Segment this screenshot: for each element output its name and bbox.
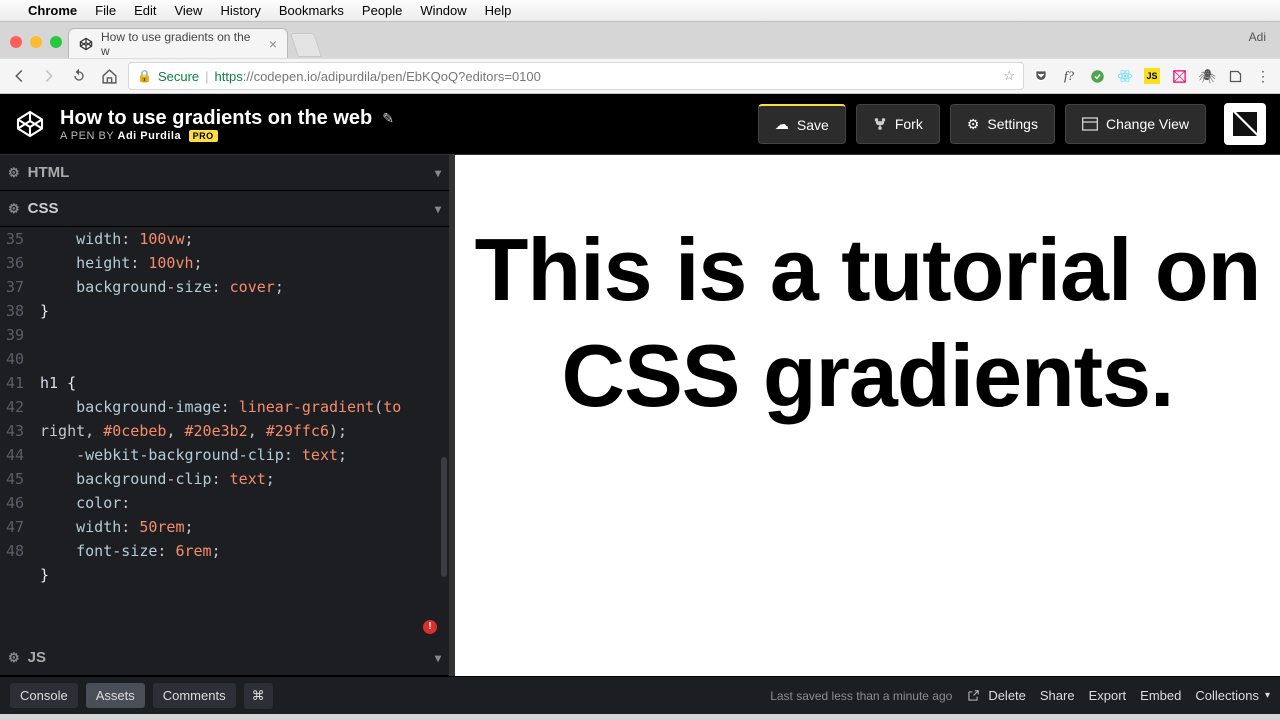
- tab-close-icon[interactable]: ×: [269, 36, 277, 52]
- pen-byline: A PEN BY Adi Purdila PRO: [60, 130, 394, 142]
- preview-pane: This is a tutorial on CSS gradients.: [455, 155, 1280, 676]
- lint-error-icon[interactable]: !: [423, 620, 437, 634]
- window-zoom-button[interactable]: [50, 36, 62, 48]
- secure-label: Secure: [158, 69, 199, 84]
- author-link[interactable]: Adi Purdila: [118, 130, 182, 142]
- lock-icon: 🔒: [137, 69, 152, 83]
- share-button[interactable]: Share: [1040, 688, 1075, 703]
- nav-home-button[interactable]: [98, 65, 120, 87]
- assets-button[interactable]: Assets: [86, 683, 145, 708]
- menu-window[interactable]: Window: [420, 3, 466, 18]
- chevron-down-icon[interactable]: ▾: [435, 651, 441, 665]
- menu-people[interactable]: People: [362, 3, 402, 18]
- settings-button[interactable]: ⚙ Settings: [950, 104, 1055, 144]
- codepen-footer: Console Assets Comments ⌘ Last saved les…: [0, 676, 1280, 714]
- embed-button[interactable]: Embed: [1140, 688, 1181, 703]
- console-button[interactable]: Console: [10, 683, 78, 708]
- separator: |: [205, 69, 208, 84]
- editor-column: ⚙ HTML ▾ ⚙ CSS ▾ 35363738394041424344454…: [0, 155, 455, 676]
- editor-scrollbar[interactable]: [441, 457, 447, 577]
- user-avatar[interactable]: [1224, 103, 1266, 145]
- window-close-button[interactable]: [10, 36, 22, 48]
- html-panel-label: HTML: [28, 164, 70, 181]
- comments-button[interactable]: Comments: [153, 683, 236, 708]
- codepen-logo-icon[interactable]: [14, 108, 46, 140]
- fork-icon: [873, 117, 887, 131]
- gear-icon: ⚙: [967, 116, 980, 133]
- css-editor[interactable]: 3536373839404142434445464748 width: 100v…: [0, 227, 449, 640]
- nav-back-button[interactable]: [8, 65, 30, 87]
- html-panel-header[interactable]: ⚙ HTML ▾: [0, 155, 449, 191]
- nav-forward-button[interactable]: [38, 65, 60, 87]
- code-content[interactable]: width: 100vw; height: 100vh; background-…: [40, 227, 441, 587]
- pocket-ext-icon[interactable]: [1032, 67, 1050, 85]
- profile-label[interactable]: Adi: [1249, 30, 1266, 44]
- change-view-button[interactable]: Change View: [1065, 104, 1206, 144]
- css-settings-icon[interactable]: ⚙: [8, 201, 20, 217]
- pen-title[interactable]: How to use gradients on the web: [60, 107, 372, 130]
- pixel-ext-icon[interactable]: [1170, 67, 1188, 85]
- menu-app[interactable]: Chrome: [28, 3, 77, 18]
- extensions-area: f? JS 🕷 ⋮: [1032, 67, 1272, 85]
- address-bar[interactable]: 🔒 Secure | https://codepen.io/adipurdila…: [128, 62, 1024, 90]
- pro-badge: PRO: [189, 130, 218, 142]
- chevron-down-icon[interactable]: ▾: [435, 166, 441, 180]
- footer-right: Delete Share Export Embed Collections ▾: [988, 688, 1270, 703]
- chrome-toolbar: 🔒 Secure | https://codepen.io/adipurdila…: [0, 58, 1280, 94]
- pen-title-area: How to use gradients on the web ✎ A PEN …: [60, 107, 394, 142]
- evernote-ext-icon[interactable]: [1088, 67, 1106, 85]
- react-ext-icon[interactable]: [1116, 67, 1134, 85]
- menu-file[interactable]: File: [95, 3, 116, 18]
- delete-button[interactable]: Delete: [988, 688, 1026, 703]
- snippet-ext-icon[interactable]: [1226, 67, 1244, 85]
- shortcuts-button[interactable]: ⌘: [244, 683, 273, 709]
- open-external-icon[interactable]: [966, 689, 980, 703]
- menu-history[interactable]: History: [220, 3, 260, 18]
- js-panel-header[interactable]: ⚙ JS ▾: [0, 640, 449, 676]
- js-ext-icon[interactable]: JS: [1144, 68, 1160, 84]
- header-actions: ☁ Save Fork ⚙ Settings Change View: [758, 104, 1206, 144]
- preview-heading: This is a tutorial on CSS gradients.: [455, 217, 1280, 428]
- fontface-ext-icon[interactable]: f?: [1060, 67, 1078, 85]
- codepen-favicon-icon: [79, 37, 93, 51]
- css-panel-header[interactable]: ⚙ CSS ▾: [0, 191, 449, 227]
- window-controls: [6, 36, 68, 58]
- chrome-menu-icon[interactable]: ⋮: [1254, 67, 1272, 85]
- css-panel-label: CSS: [28, 200, 59, 217]
- save-button[interactable]: ☁ Save: [758, 104, 846, 144]
- collections-button[interactable]: Collections ▾: [1195, 688, 1270, 703]
- url-text: https://codepen.io/adipurdila/pen/EbKQoQ…: [215, 69, 541, 84]
- codepen-header: How to use gradients on the web ✎ A PEN …: [0, 94, 1280, 154]
- new-tab-button[interactable]: [290, 33, 322, 57]
- js-panel-label: JS: [28, 649, 46, 666]
- macos-menubar: Chrome File Edit View History Bookmarks …: [0, 0, 1280, 22]
- footer-status-area: Last saved less than a minute ago: [770, 689, 980, 703]
- window-minimize-button[interactable]: [30, 36, 42, 48]
- layout-icon: [1082, 117, 1098, 131]
- menu-edit[interactable]: Edit: [134, 3, 156, 18]
- export-button[interactable]: Export: [1089, 688, 1127, 703]
- line-gutter: 3536373839404142434445464748: [0, 227, 30, 563]
- bug-ext-icon[interactable]: 🕷: [1198, 67, 1216, 85]
- menu-help[interactable]: Help: [485, 3, 512, 18]
- edit-title-icon[interactable]: ✎: [382, 110, 394, 127]
- js-settings-icon[interactable]: ⚙: [8, 650, 20, 666]
- html-settings-icon[interactable]: ⚙: [8, 165, 20, 181]
- chrome-tabstrip: How to use gradients on the w × Adi: [0, 22, 1280, 58]
- cloud-icon: ☁: [775, 116, 789, 133]
- save-status: Last saved less than a minute ago: [770, 689, 952, 703]
- fork-button[interactable]: Fork: [856, 104, 940, 144]
- chevron-down-icon: ▾: [1265, 690, 1270, 701]
- workspace: ⚙ HTML ▾ ⚙ CSS ▾ 35363738394041424344454…: [0, 154, 1280, 676]
- menu-bookmarks[interactable]: Bookmarks: [279, 3, 344, 18]
- nav-reload-button[interactable]: [68, 65, 90, 87]
- bookmark-star-icon[interactable]: ☆: [1003, 68, 1015, 84]
- tab-title: How to use gradients on the w: [101, 30, 261, 58]
- chevron-down-icon[interactable]: ▾: [435, 202, 441, 216]
- menu-view[interactable]: View: [174, 3, 202, 18]
- browser-tab[interactable]: How to use gradients on the w ×: [68, 28, 288, 58]
